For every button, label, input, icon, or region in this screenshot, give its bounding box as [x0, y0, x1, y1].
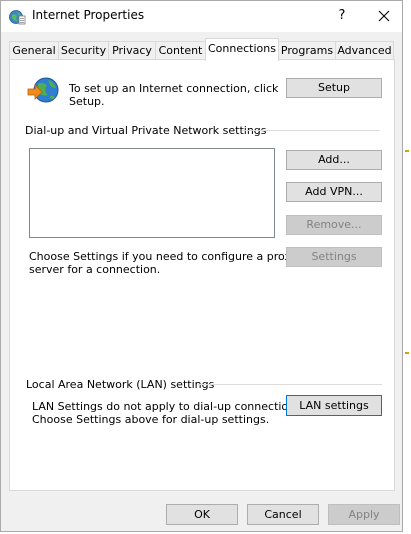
add-vpn-button[interactable]: Add VPN... [286, 182, 382, 202]
tab-security[interactable]: Security [58, 41, 109, 60]
internet-options-icon [9, 10, 26, 25]
dialup-vpn-group-label: Dial-up and Virtual Private Network sett… [25, 124, 267, 137]
connections-listbox[interactable] [29, 148, 275, 238]
close-button[interactable] [367, 2, 401, 30]
tab-content[interactable]: Content [155, 41, 206, 60]
tab-connections[interactable]: Connections [205, 38, 279, 61]
tab-programs[interactable]: Programs [278, 41, 336, 60]
proxy-description-line2: server for a connection. [29, 263, 161, 276]
settings-button[interactable]: Settings [286, 247, 382, 267]
lan-description-line1: LAN Settings do not apply to dial-up con… [32, 400, 305, 413]
lan-description-line2: Choose Settings above for dial-up settin… [32, 413, 270, 426]
dialup-group-divider [242, 130, 380, 131]
apply-button[interactable]: Apply [328, 504, 400, 525]
internet-properties-dialog: Internet Properties ? General Security P… [0, 0, 403, 532]
setup-description-line1: To set up an Internet connection, click [69, 82, 279, 95]
connections-panel: To set up an Internet connection, click … [9, 59, 395, 491]
tab-general[interactable]: General [9, 41, 59, 60]
setup-description-line2: Setup. [69, 95, 105, 108]
background-edge-mark [405, 150, 409, 152]
cancel-button[interactable]: Cancel [247, 504, 319, 525]
lan-group-label: Local Area Network (LAN) settings [26, 378, 215, 391]
globe-arrow-icon [27, 77, 59, 103]
background-window-edge [403, 0, 411, 534]
tab-strip: General Security Privacy Content Connect… [9, 38, 395, 61]
remove-button[interactable]: Remove... [286, 215, 382, 235]
window-title: Internet Properties [32, 8, 145, 22]
help-button[interactable]: ? [325, 2, 359, 30]
tab-advanced[interactable]: Advanced [335, 41, 394, 60]
lan-settings-button[interactable]: LAN settings [286, 395, 382, 416]
lan-group-divider [198, 384, 382, 385]
setup-button[interactable]: Setup [286, 78, 382, 98]
ok-button[interactable]: OK [166, 504, 238, 525]
add-button[interactable]: Add... [286, 150, 382, 170]
title-bar[interactable]: Internet Properties ? [1, 1, 402, 32]
background-edge-mark [405, 352, 409, 354]
tab-privacy[interactable]: Privacy [108, 41, 156, 60]
proxy-description-line1: Choose Settings if you need to configure… [29, 250, 298, 263]
close-icon [378, 10, 390, 22]
